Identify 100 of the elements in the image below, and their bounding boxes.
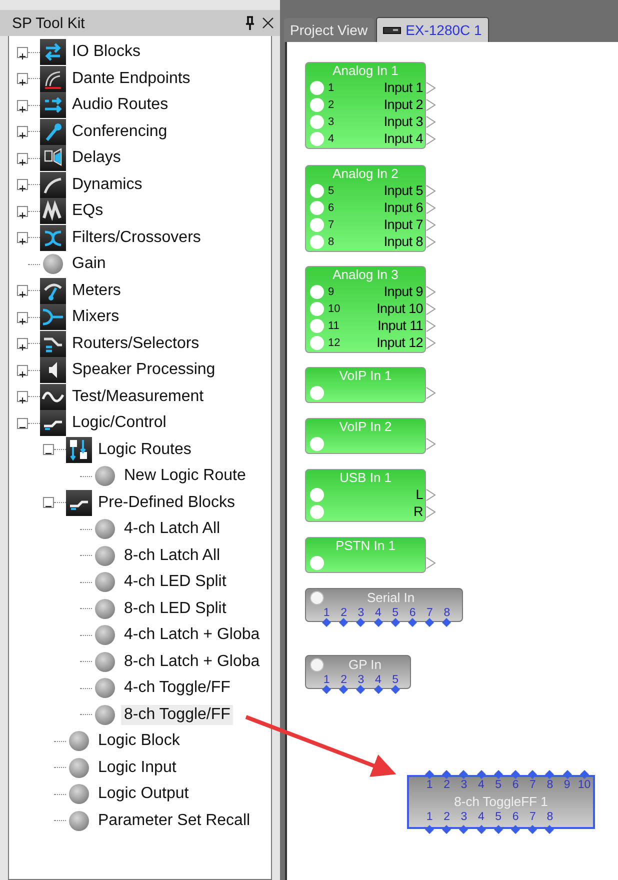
audio-block[interactable]: USB In 1 L R [305, 469, 426, 522]
tree-item[interactable]: 4-ch Latch + Globa [121, 625, 263, 646]
expand-box[interactable] [17, 100, 28, 111]
output-port-icon [426, 320, 436, 332]
tree-item[interactable]: New Logic Route [121, 466, 249, 486]
tree-item[interactable]: Logic/Control [69, 413, 170, 434]
tab[interactable]: Project View [284, 18, 374, 42]
expand-box[interactable] [17, 418, 28, 429]
expand-box[interactable] [17, 364, 28, 376]
block-title: Serial In [366, 590, 416, 606]
pin-number: 2 [340, 673, 348, 688]
tree-item[interactable]: 4-ch LED Split [121, 572, 230, 592]
block-title: PSTN In 1 [334, 538, 396, 554]
tree-item[interactable]: 4-ch Toggle/FF [121, 678, 234, 698]
tree-item[interactable]: 8-ch Toggle/FF [121, 704, 234, 725]
pin-number: 8 [546, 810, 554, 825]
tree-item[interactable]: Logic Block [95, 731, 183, 752]
tree-item[interactable]: Conferencing [69, 122, 170, 142]
pin-icon [511, 770, 520, 779]
pin-icon [528, 825, 538, 834]
expand-box[interactable] [17, 312, 28, 323]
expand-box[interactable] [17, 46, 28, 58]
pin-icon [356, 685, 366, 694]
pin-number: 3 [356, 673, 366, 688]
audio-block[interactable]: Analog In 1 1 Input 1 2 Input 2 3 Input 3 4 Input 4 [305, 62, 426, 149]
tree-item[interactable]: Filters/Crossovers [69, 228, 204, 248]
tree-item[interactable]: Logic Input [95, 758, 180, 778]
expand-box[interactable] [43, 497, 54, 508]
channel-label: Input 6 [384, 200, 423, 215]
pin-icon [425, 618, 434, 627]
tree-item[interactable]: Audio Routes [69, 95, 172, 116]
pin-icon [390, 685, 400, 694]
ball-icon [69, 784, 89, 804]
pin-icon [442, 618, 452, 627]
tree-item[interactable]: 8-ch Latch + Globa [121, 652, 263, 672]
output-port-icon [426, 202, 436, 214]
tree-item[interactable]: Routers/Selectors [69, 334, 202, 354]
speaker-icon [40, 357, 66, 384]
tree-item[interactable]: Speaker Processing [69, 360, 218, 380]
logic-block[interactable]: Serial In 1 2 3 4 5 6 7 8 [305, 588, 463, 622]
channel-number: 1 [328, 82, 336, 94]
tree-item[interactable]: Test/Measurement [69, 386, 207, 407]
pin-icon [244, 16, 256, 30]
pin-number: 7 [528, 778, 537, 793]
expand-box[interactable] [17, 391, 28, 402]
expand-box[interactable] [17, 73, 28, 84]
logic-block[interactable]: 1 2 3 4 5 6 7 8 9 10 8-ch ToggleFF 1 1 2 3 4 5 6 7 8 [407, 775, 595, 829]
tree-item[interactable]: Dante Endpoints [69, 68, 194, 89]
close-icon[interactable] [262, 17, 274, 29]
expand-box[interactable] [17, 179, 28, 190]
logic-block[interactable]: GP In 1 2 3 4 5 [305, 655, 411, 689]
tree-item[interactable]: EQs [69, 201, 106, 222]
tree-item[interactable]: Dynamics [69, 174, 146, 195]
pin-icon [459, 825, 468, 834]
pin-icon [545, 770, 554, 779]
pin-icon [374, 685, 383, 694]
audio-block[interactable]: Analog In 3 9 Input 9 10 Input 10 11 Input 11 12 Input 12 [305, 266, 426, 353]
pin-icon [442, 770, 452, 779]
expand-box[interactable] [17, 285, 28, 296]
output-port-icon [426, 286, 436, 298]
tree-item[interactable]: Meters [69, 280, 124, 301]
expand-box[interactable] [17, 206, 28, 217]
pin-icon [494, 770, 503, 779]
audio-block[interactable]: Analog In 2 5 Input 5 6 Input 6 7 Input 7 8 Input 8 [305, 165, 426, 252]
pin-icon [322, 618, 332, 627]
pin-number: 1 [322, 673, 331, 688]
channel-number: 5 [328, 184, 336, 196]
pin-icon [408, 618, 418, 627]
tree-item[interactable]: Gain [69, 254, 109, 274]
pin-icon [459, 770, 468, 779]
ball-icon [95, 678, 115, 698]
ball-icon [95, 625, 115, 646]
expand-box[interactable] [17, 126, 28, 138]
expand-box[interactable] [43, 444, 54, 456]
tree-item[interactable]: Logic Routes [95, 440, 194, 460]
logic-route-icon [66, 436, 92, 463]
input-led [310, 218, 324, 232]
channel-label: Input 11 [378, 318, 423, 333]
expand-box[interactable] [17, 152, 28, 164]
channel-label: R [414, 504, 423, 519]
tree-item[interactable]: 8-ch LED Split [121, 598, 230, 619]
pin-number: 3 [460, 778, 468, 793]
tree-item[interactable]: 8-ch Latch All [121, 546, 224, 566]
tree-item[interactable]: 4-ch Latch All [121, 519, 224, 540]
pin-number: 7 [426, 606, 434, 621]
tree-item[interactable]: IO Blocks [69, 42, 144, 62]
block-title: GP In [347, 656, 382, 672]
tree-item[interactable]: Parameter Set Recall [95, 810, 254, 831]
expand-box[interactable] [17, 232, 28, 244]
tree-item[interactable]: Logic Output [95, 784, 192, 804]
pin-number: 5 [391, 673, 400, 688]
tree-item[interactable]: Pre-Defined Blocks [95, 492, 238, 513]
tree-item[interactable]: Delays [69, 148, 124, 168]
tree-item[interactable]: Mixers [69, 307, 122, 328]
channel-label: Input 8 [384, 234, 423, 249]
expand-box[interactable] [17, 338, 28, 350]
pin-number: 3 [356, 606, 366, 621]
pin-number: 2 [442, 810, 451, 825]
tab[interactable]: EX-1280C 1 [376, 17, 489, 42]
routing-arrows-icon [40, 92, 66, 118]
